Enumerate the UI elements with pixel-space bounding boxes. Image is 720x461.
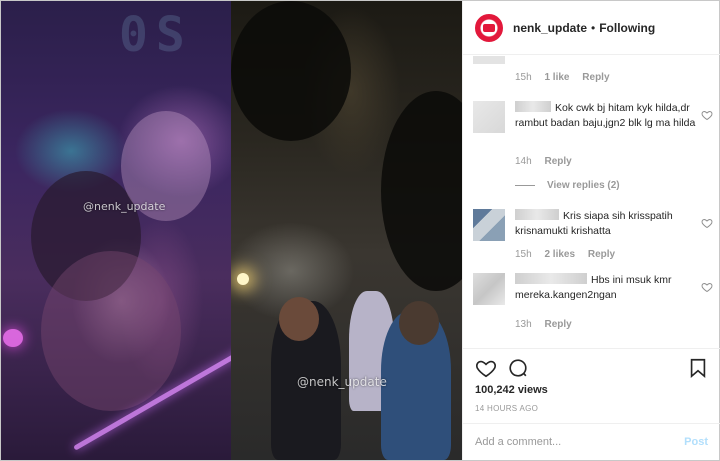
- comment-time: 13h: [515, 319, 532, 330]
- heart-icon[interactable]: [701, 109, 713, 121]
- post-button[interactable]: Post: [684, 436, 708, 448]
- comment-text: Kris siapa sih krisspatih krisnamukti kr…: [515, 209, 673, 237]
- street-light-decoration: [237, 273, 249, 285]
- post-timestamp[interactable]: 14 HOURS AGO: [475, 404, 538, 413]
- comment-composer: Post: [463, 423, 720, 460]
- reply-button[interactable]: Reply: [544, 156, 571, 167]
- comment-time: 15h: [515, 72, 532, 83]
- comment-icon[interactable]: [507, 357, 529, 379]
- heart-icon[interactable]: [701, 281, 713, 293]
- comment-time: 14h: [515, 156, 532, 167]
- comments-list[interactable]: 15h 1 like Reply Kok cwk bj hitam kyk hi…: [463, 56, 720, 348]
- person-figure: [399, 301, 439, 345]
- avatar[interactable]: [473, 209, 505, 241]
- reply-button[interactable]: Reply: [582, 72, 609, 83]
- avatar[interactable]: [473, 56, 505, 64]
- comment-input[interactable]: [475, 436, 665, 448]
- reply-button[interactable]: Reply: [588, 249, 615, 260]
- neon-light-decoration: [3, 329, 23, 347]
- tree-silhouette: [381, 91, 462, 291]
- comment-text: Hbs ini msuk kmr mereka.kangen2ngan: [515, 273, 672, 301]
- profile-avatar[interactable]: [475, 13, 503, 42]
- replies-divider: [515, 185, 535, 186]
- video-watermark: @nenk_update: [297, 375, 387, 389]
- crowd-figure: [41, 251, 181, 411]
- video-watermark: @nenk_update: [83, 200, 166, 213]
- username-link[interactable]: nenk_update: [513, 21, 587, 35]
- heart-icon[interactable]: [701, 217, 713, 229]
- comment-likes[interactable]: 2 likes: [544, 249, 575, 260]
- person-figure: [279, 297, 319, 341]
- reply-button[interactable]: Reply: [544, 319, 571, 330]
- heart-icon[interactable]: [475, 357, 497, 379]
- video-frame-right: [231, 1, 462, 460]
- post-media[interactable]: 0S @nenk_update @nenk_update: [1, 1, 462, 460]
- comment-meta: 15h 2 likes Reply: [515, 249, 615, 260]
- following-button[interactable]: Following: [599, 21, 655, 35]
- post-actions: 100,242 views 14 HOURS AGO: [463, 348, 720, 420]
- comment-time: 15h: [515, 249, 532, 260]
- post-header: nenk_update • Following: [463, 1, 720, 55]
- view-count[interactable]: 100,242 views: [475, 384, 548, 396]
- video-frame-left: 0S: [1, 1, 231, 460]
- neon-sign-decoration: 0S: [119, 7, 193, 63]
- view-replies-button[interactable]: View replies (2): [515, 180, 620, 191]
- separator-dot: •: [591, 20, 596, 35]
- comment-username[interactable]: [515, 209, 559, 220]
- tree-silhouette: [231, 1, 351, 141]
- comment-meta: 15h 1 like Reply: [515, 72, 610, 83]
- comment-meta: 14h Reply: [515, 156, 572, 167]
- avatar[interactable]: [473, 273, 505, 305]
- comment-username[interactable]: [515, 273, 587, 284]
- view-replies-label: View replies (2): [547, 180, 620, 191]
- avatar[interactable]: [473, 101, 505, 133]
- post-sidebar: nenk_update • Following 15h 1 like Reply…: [462, 1, 720, 460]
- comment-text: Kok cwk bj hitam kyk hilda,dr rambut bad…: [515, 101, 696, 129]
- comment-meta: 13h Reply: [515, 319, 572, 330]
- bookmark-icon[interactable]: [687, 357, 709, 379]
- comment-likes[interactable]: 1 like: [544, 72, 569, 83]
- comment-username[interactable]: [515, 101, 551, 112]
